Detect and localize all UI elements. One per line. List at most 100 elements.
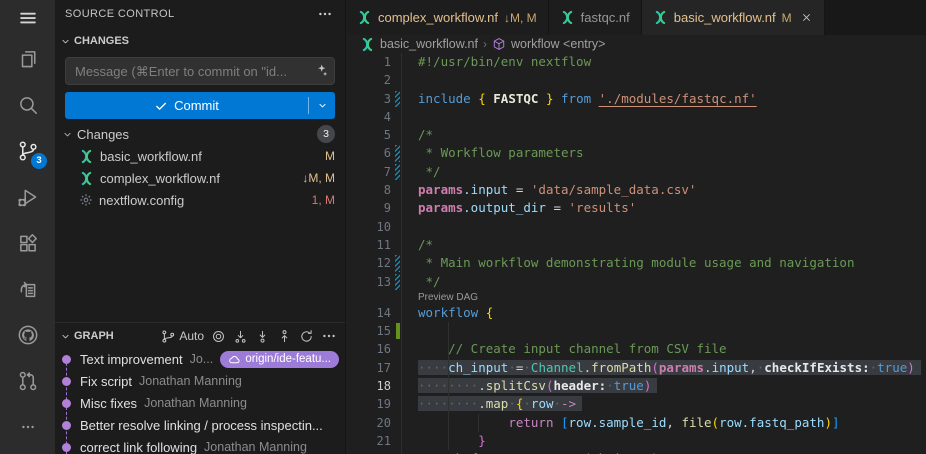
- code-line-7[interactable]: 7 */: [346, 163, 926, 181]
- changes-section-label: CHANGES: [74, 35, 129, 47]
- nextflow-icon: [360, 37, 375, 52]
- tab-complex_workflow.nf[interactable]: complex_workflow.nf↓M, M: [346, 0, 549, 35]
- gutter: [391, 254, 418, 272]
- commit-row[interactable]: Text improvementJo...origin/ide-featu...: [55, 348, 345, 370]
- commit-dropdown-chevron-icon[interactable]: [309, 99, 335, 112]
- refresh-icon[interactable]: [299, 329, 314, 344]
- activity-debug-icon[interactable]: [0, 174, 55, 220]
- commit-message-input[interactable]: [65, 57, 335, 85]
- changes-tree-header[interactable]: Changes 3: [55, 123, 345, 145]
- breadcrumb-symbol[interactable]: workflow <entry>: [511, 37, 605, 51]
- activity-source-control-icon[interactable]: 3: [0, 128, 55, 174]
- more-icon[interactable]: [321, 328, 337, 344]
- fetch-icon[interactable]: [233, 329, 248, 344]
- commit-message-box: [65, 57, 335, 85]
- code-line-15[interactable]: 15: [346, 322, 926, 340]
- activity-menu-icon[interactable]: [0, 0, 55, 36]
- code-line-19[interactable]: 19········.map·{·row·->: [346, 395, 926, 413]
- code-line-18[interactable]: 18········.splitCsv(header:·true): [346, 377, 926, 395]
- breadcrumb-file[interactable]: basic_workflow.nf: [380, 37, 478, 51]
- code-line-12[interactable]: 12 * Main workflow demonstrating module …: [346, 254, 926, 272]
- activity-more-icon[interactable]: [0, 404, 55, 450]
- commit-row[interactable]: Misc fixesJonathan Manning: [55, 392, 345, 414]
- commit-message: correct link following: [80, 440, 197, 454]
- code-line-10[interactable]: 10: [346, 218, 926, 236]
- check-icon: [154, 99, 168, 113]
- activity-explorer-icon[interactable]: [0, 36, 55, 82]
- gutter: [391, 395, 418, 413]
- commit-dot: [62, 377, 71, 386]
- branch-ref-pill[interactable]: origin/ide-featu...: [220, 351, 339, 368]
- line-number: 16: [346, 340, 391, 358]
- code-line-16[interactable]: 16 // Create input channel from CSV file: [346, 340, 926, 358]
- code-line-5[interactable]: 5/*: [346, 126, 926, 144]
- pull-icon[interactable]: [255, 329, 270, 344]
- codelens-preview-dag[interactable]: Preview DAG: [346, 291, 926, 304]
- code-line-22[interactable]: 22 ch_fastqc = FASTQC(ch_input): [346, 450, 926, 454]
- code-line-17[interactable]: 17····ch_input·=·Channel.fromPath(params…: [346, 359, 926, 377]
- line-number: 4: [346, 108, 391, 126]
- gutter: [391, 199, 418, 217]
- breadcrumb: basic_workflow.nf › workflow <entry>: [346, 35, 926, 53]
- line-number: 7: [346, 163, 391, 181]
- file-row[interactable]: complex_workflow.nf↓M, M: [55, 167, 345, 189]
- tab-basic_workflow.nf[interactable]: basic_workflow.nfM: [642, 0, 825, 35]
- changes-section-header[interactable]: CHANGES: [55, 29, 345, 53]
- activity-search-icon[interactable]: [0, 82, 55, 128]
- code-line-9[interactable]: 9params.output_dir = 'results': [346, 199, 926, 217]
- activity-pull-request-icon[interactable]: [0, 358, 55, 404]
- commit-button[interactable]: Commit: [65, 92, 335, 119]
- code-editor[interactable]: 1#!/usr/bin/env nextflow23include { FAST…: [346, 53, 926, 454]
- ref-label: origin/ide-featu...: [245, 353, 331, 365]
- gutter: [391, 236, 418, 254]
- code-line-4[interactable]: 4: [346, 108, 926, 126]
- sparkle-icon[interactable]: [313, 63, 328, 78]
- gutter-divider: [401, 53, 402, 454]
- graph-auto-toggle[interactable]: Auto: [161, 329, 204, 344]
- commit-row[interactable]: Better resolve linking / process inspect…: [55, 414, 345, 436]
- activity-references-icon[interactable]: [0, 266, 55, 312]
- gutter: [391, 144, 418, 162]
- code-line-3[interactable]: 3include { FASTQC } from './modules/fast…: [346, 90, 926, 108]
- code-line-13[interactable]: 13 */: [346, 273, 926, 291]
- code-line-14[interactable]: 14workflow {: [346, 304, 926, 322]
- activity-github-icon[interactable]: [0, 312, 55, 358]
- line-content: include { FASTQC } from './modules/fastq…: [418, 90, 757, 108]
- line-number: 5: [346, 126, 391, 144]
- activity-extensions-icon[interactable]: [0, 220, 55, 266]
- tab-label: fastqc.nf: [581, 10, 630, 25]
- code-line-11[interactable]: 11/*: [346, 236, 926, 254]
- file-row[interactable]: basic_workflow.nfM: [55, 145, 345, 167]
- code-line-20[interactable]: 20 return [row.sample_id, file(row.fastq…: [346, 414, 926, 432]
- line-content: ch_fastqc = FASTQC(ch_input): [418, 450, 659, 454]
- code-line-6[interactable]: 6 * Workflow parameters: [346, 144, 926, 162]
- gutter: [391, 71, 418, 89]
- code-line-2[interactable]: 2: [346, 71, 926, 89]
- tab-fastqc.nf[interactable]: fastqc.nf: [549, 0, 642, 35]
- gutter: [391, 181, 418, 199]
- commit-row[interactable]: Fix scriptJonathan Manning: [55, 370, 345, 392]
- line-content: // Create input channel from CSV file: [418, 340, 727, 358]
- commit-graph-list: Text improvementJo...origin/ide-featu...…: [55, 348, 345, 454]
- line-content: workflow {: [418, 304, 493, 322]
- commit-dot: [62, 421, 71, 430]
- push-icon[interactable]: [277, 329, 292, 344]
- sidebar-header: SOURCE CONTROL: [55, 0, 345, 27]
- line-number: 8: [346, 181, 391, 199]
- sidebar-more-icon[interactable]: [317, 6, 333, 22]
- code-line-21[interactable]: 21 }: [346, 432, 926, 450]
- file-row[interactable]: nextflow.config1, M: [55, 189, 345, 211]
- graph-section-header[interactable]: GRAPH Auto: [55, 324, 345, 348]
- code-line-8[interactable]: 8params.input = 'data/sample_data.csv': [346, 181, 926, 199]
- selection-highlight: ········.splitCsv(header:·true): [418, 378, 657, 393]
- line-number: 17: [346, 359, 391, 377]
- line-content: * Workflow parameters: [418, 144, 584, 162]
- changed-files-list: basic_workflow.nfMcomplex_workflow.nf↓M,…: [55, 145, 345, 211]
- target-icon[interactable]: [211, 329, 226, 344]
- commit-row[interactable]: correct link followingJonathan Manning: [55, 436, 345, 454]
- gutter: [391, 377, 418, 395]
- line-number: 19: [346, 395, 391, 413]
- close-icon[interactable]: [800, 11, 813, 24]
- code-line-1[interactable]: 1#!/usr/bin/env nextflow: [346, 53, 926, 71]
- tab-status: M: [782, 11, 792, 25]
